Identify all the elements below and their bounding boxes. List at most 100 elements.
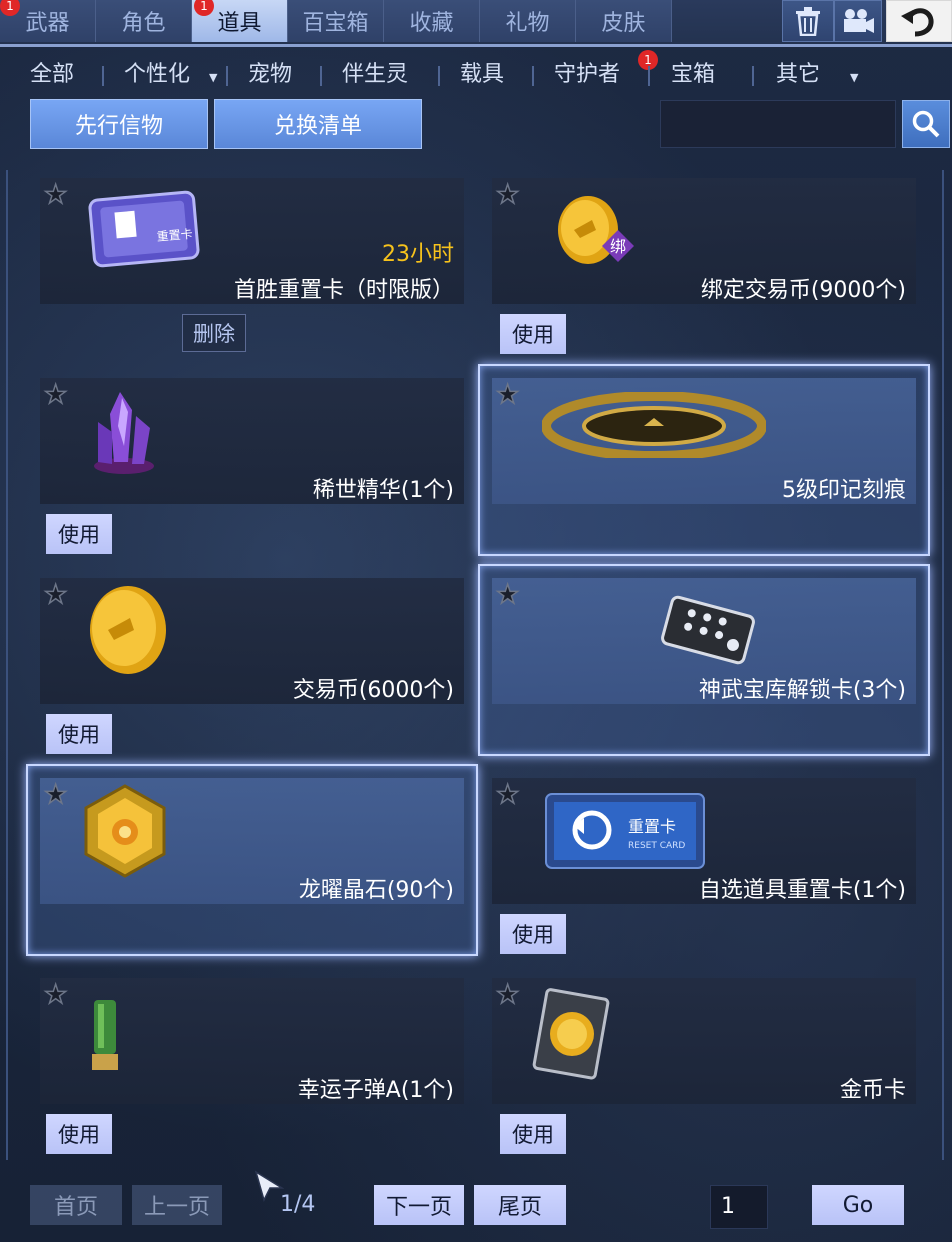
badge-count: 1 xyxy=(6,0,14,13)
favorite-star-icon[interactable]: ★ xyxy=(43,781,68,809)
preorder-items-button[interactable]: 先行信物 xyxy=(30,99,208,149)
subtab-chests[interactable]: 宝箱 xyxy=(671,60,715,90)
use-button[interactable]: 使用 xyxy=(500,914,566,954)
ring-mark-icon xyxy=(542,392,766,458)
item-card-selected[interactable]: ★ 5级印记刻痕 xyxy=(478,364,930,556)
camera-button[interactable] xyxy=(834,0,882,42)
tab-label: 皮肤 xyxy=(601,11,646,36)
subtab-others[interactable]: 其它 xyxy=(776,60,820,90)
bound-coin-icon: 绑 xyxy=(558,196,634,264)
favorite-star-icon[interactable]: ★ xyxy=(43,381,68,409)
tab-label: 道具 xyxy=(217,11,262,36)
prev-page-button[interactable]: 上一页 xyxy=(132,1185,222,1225)
favorite-star-icon[interactable]: ★ xyxy=(43,981,68,1009)
item-name: 绑定交易币(9000个) xyxy=(700,278,906,303)
bind-tag-label: 绑 xyxy=(610,237,626,256)
svg-text:RESET CARD: RESET CARD xyxy=(628,841,685,851)
tab-bar-underline xyxy=(0,44,952,47)
coin-icon xyxy=(90,586,166,674)
top-tab-bar: 武器 1 角色 道具 1 百宝箱 收藏 礼物 皮肤 xyxy=(0,0,952,47)
item-card[interactable]: ★ 重置卡 23小时 首胜重置卡（时限版） 删除 xyxy=(40,178,464,358)
sub-tab-bar: 全部 个性化 ▼ 宠物 伴生灵 载具 守护者 1 宝箱 其它 ▼ xyxy=(0,50,952,98)
favorite-star-icon[interactable]: ★ xyxy=(495,981,520,1009)
tab-gifts[interactable]: 礼物 xyxy=(480,0,576,42)
use-button[interactable]: 使用 xyxy=(46,1114,112,1154)
gold-card-icon xyxy=(532,988,610,1080)
use-button[interactable]: 使用 xyxy=(500,314,566,354)
divider xyxy=(752,66,754,86)
divider xyxy=(320,66,322,86)
tab-label: 角色 xyxy=(121,11,166,36)
subtab-all[interactable]: 全部 xyxy=(30,60,74,90)
page-indicator: 1/4 xyxy=(280,1192,316,1217)
subtab-personalize[interactable]: 个性化 xyxy=(124,60,190,90)
subtab-guardians[interactable]: 守护者 xyxy=(554,60,620,90)
divider xyxy=(438,66,440,86)
delete-button[interactable]: 删除 xyxy=(182,314,246,352)
dropdown-caret-icon[interactable]: ▼ xyxy=(850,71,858,84)
subtab-vehicles[interactable]: 载具 xyxy=(460,60,504,90)
tab-treasure-box[interactable]: 百宝箱 xyxy=(288,0,384,42)
search-button[interactable] xyxy=(902,100,950,148)
use-button[interactable]: 使用 xyxy=(46,514,112,554)
favorite-star-icon[interactable]: ★ xyxy=(495,781,520,809)
item-name: 自选道具重置卡(1个) xyxy=(698,878,906,903)
camera-icon xyxy=(844,9,874,33)
subtab-companion-spirit[interactable]: 伴生灵 xyxy=(342,60,408,90)
badge-count: 1 xyxy=(200,0,208,13)
trash-icon xyxy=(796,7,820,36)
tab-label: 武器 xyxy=(25,11,70,36)
item-name: 金币卡 xyxy=(839,1078,906,1103)
page-number-input[interactable]: 1 xyxy=(710,1185,768,1229)
item-card[interactable]: ★ 绑 绑定交易币(9000个) 使用 xyxy=(492,178,916,358)
favorite-star-icon[interactable]: ★ xyxy=(495,581,520,609)
back-button[interactable] xyxy=(886,0,952,42)
search-input[interactable] xyxy=(660,100,896,148)
first-page-button[interactable]: 首页 xyxy=(30,1185,122,1225)
favorite-star-icon[interactable]: ★ xyxy=(495,381,520,409)
divider xyxy=(226,66,228,86)
dropdown-caret-icon[interactable]: ▼ xyxy=(209,71,217,84)
item-name: 稀世精华(1个) xyxy=(312,478,454,503)
last-page-button[interactable]: 尾页 xyxy=(474,1185,566,1225)
crystal-icon xyxy=(94,392,154,474)
item-card[interactable]: ★ 交易币(6000个) 使用 xyxy=(40,578,464,758)
item-card-selected[interactable]: ★ 神武宝库解锁卡(3个) xyxy=(478,564,930,756)
favorite-star-icon[interactable]: ★ xyxy=(495,181,520,209)
divider xyxy=(102,66,104,86)
item-name: 交易币(6000个) xyxy=(292,678,454,703)
bullet-icon xyxy=(92,1000,118,1070)
item-name: 龙曜晶石(90个) xyxy=(298,878,454,903)
tab-collection[interactable]: 收藏 xyxy=(384,0,480,42)
favorite-star-icon[interactable]: ★ xyxy=(43,581,68,609)
use-button[interactable]: 使用 xyxy=(46,714,112,754)
go-button[interactable]: Go xyxy=(812,1185,904,1225)
item-name: 首胜重置卡（时限版） xyxy=(233,278,454,303)
item-name: 5级印记刻痕 xyxy=(782,478,906,503)
search-icon xyxy=(912,110,940,138)
item-card[interactable]: ★ 稀世精华(1个) 使用 xyxy=(40,378,464,558)
svg-text:重置卡: 重置卡 xyxy=(628,817,676,836)
subtab-pets[interactable]: 宠物 xyxy=(248,60,292,90)
next-page-button[interactable]: 下一页 xyxy=(374,1185,464,1225)
use-button[interactable]: 使用 xyxy=(500,1114,566,1154)
item-card[interactable]: ★ 重置卡 RESET CARD 自选道具重置卡(1个) 使用 xyxy=(492,778,916,958)
item-card[interactable]: ★ 金币卡 使用 xyxy=(492,978,916,1158)
divider xyxy=(648,66,650,86)
tab-characters[interactable]: 角色 xyxy=(96,0,192,42)
dragon-gem-icon xyxy=(84,784,166,878)
item-card-selected[interactable]: ★ 龙曜晶石(90个) xyxy=(26,764,478,956)
item-card[interactable]: ★ 幸运子弹A(1个) 使用 xyxy=(40,978,464,1158)
favorite-star-icon[interactable]: ★ xyxy=(43,181,68,209)
trash-button[interactable] xyxy=(782,0,834,42)
item-name: 幸运子弹A(1个) xyxy=(297,1078,454,1103)
back-arrow-icon xyxy=(901,8,934,37)
item-name: 神武宝库解锁卡(3个) xyxy=(698,678,906,703)
reset-card-blue-icon: 重置卡 RESET CARD xyxy=(545,793,705,869)
tab-skins[interactable]: 皮肤 xyxy=(576,0,672,42)
tab-label: 礼物 xyxy=(505,11,550,36)
tab-label: 百宝箱 xyxy=(302,11,369,36)
exchange-list-button[interactable]: 兑换清单 xyxy=(214,99,422,149)
reset-card-icon: 重置卡 xyxy=(88,190,200,268)
badge-count: 1 xyxy=(644,53,652,67)
